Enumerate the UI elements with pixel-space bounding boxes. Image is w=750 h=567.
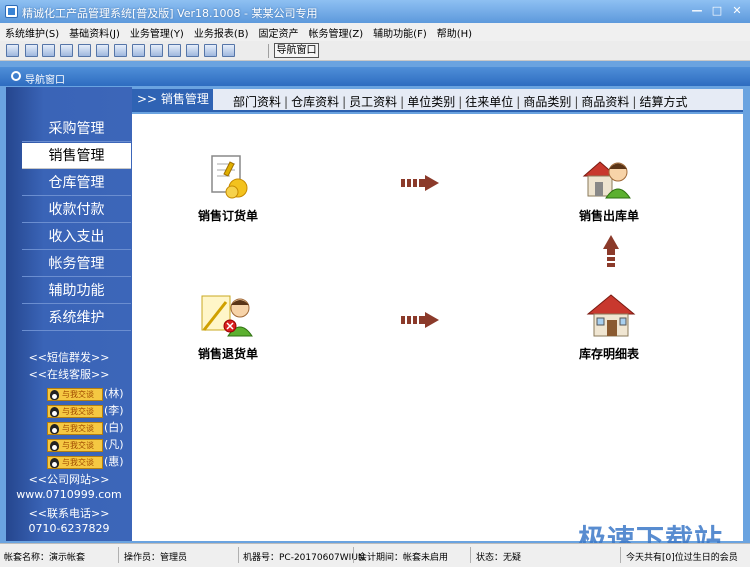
status-birthday: 今天共有[0]位过生日的会员 bbox=[626, 553, 738, 563]
menu-help[interactable]: 帮助(H) bbox=[432, 23, 477, 41]
phone-link[interactable]: <<联系电话>> bbox=[6, 505, 132, 521]
restore-button[interactable]: □ bbox=[708, 3, 726, 19]
menu-basic-data[interactable]: 基础资料(J) bbox=[64, 23, 125, 41]
status-account: 帐套名称：演示帐套 bbox=[4, 553, 86, 563]
close-button[interactable]: ✕ bbox=[728, 3, 746, 19]
qq-penguin-icon bbox=[50, 457, 59, 468]
qq-penguin-icon bbox=[50, 406, 59, 417]
sales-outbound-label[interactable]: 销售出库单 bbox=[579, 207, 639, 224]
arrow-right-icon bbox=[401, 175, 439, 191]
sales-return-label[interactable]: 销售退货单 bbox=[198, 345, 258, 362]
menu-auxiliary[interactable]: 辅助功能(F) bbox=[368, 23, 432, 41]
sidebar-item-system[interactable]: 系统维护 bbox=[22, 305, 131, 331]
status-machine: 机器号：PC-20170607WIUN bbox=[243, 553, 365, 563]
help-icon[interactable] bbox=[204, 44, 217, 57]
inventory-detail-icon[interactable] bbox=[586, 292, 636, 338]
qq-chat-badge: 与我交谈 bbox=[47, 387, 103, 401]
qq-chat-badge: 与我交谈 bbox=[47, 438, 103, 452]
sidebar-item-purchase[interactable]: 采购管理 bbox=[22, 116, 131, 142]
sidebar-item-auxiliary[interactable]: 辅助功能 bbox=[22, 278, 131, 304]
toolbar-separator bbox=[268, 44, 269, 58]
sidebar-item-sales[interactable]: 销售管理 bbox=[22, 143, 131, 169]
title-bar: 精诚化工产品管理系统[普及版] Ver18.1008 - 某某公司专用 — □ … bbox=[0, 0, 750, 23]
sales-outbound-icon[interactable] bbox=[582, 154, 634, 200]
menu-bar: 系统维护(S) 基础资料(J) 业务管理(Y) 业务报表(B) 固定资产 帐务管… bbox=[0, 23, 750, 41]
sidebar-item-income-expense[interactable]: 收入支出 bbox=[22, 224, 131, 250]
status-state: 状态：无疑 bbox=[476, 553, 522, 563]
menu-fixed-assets[interactable]: 固定资产 bbox=[254, 23, 304, 41]
window-title: 精诚化工产品管理系统[普及版] Ver18.1008 - 某某公司专用 bbox=[22, 7, 318, 20]
company-site-link[interactable]: <<公司网站>> bbox=[6, 471, 132, 487]
qq-contact[interactable]: 与我交谈 (惠) bbox=[47, 453, 124, 469]
qq-contact[interactable]: 与我交谈 (凡) bbox=[47, 436, 124, 452]
nav-window-button[interactable]: 导航窗口 bbox=[274, 43, 319, 58]
nav-panel-header: 导航窗口 bbox=[0, 67, 750, 86]
status-bar: 帐套名称：演示帐套 操作员：管理员 机器号：PC-20170607WIUN 会计… bbox=[0, 543, 750, 567]
window-icon[interactable] bbox=[6, 44, 19, 57]
folder-icon[interactable] bbox=[132, 44, 145, 57]
qq-penguin-icon bbox=[50, 389, 59, 400]
sales-order-icon[interactable] bbox=[208, 154, 252, 200]
link-employee[interactable]: 员工资料 bbox=[349, 95, 397, 109]
sales-return-icon[interactable] bbox=[200, 292, 256, 338]
qq-contact[interactable]: 与我交谈 (林) bbox=[47, 385, 124, 401]
website-text[interactable]: www.0710999.com bbox=[6, 488, 132, 501]
menu-business-reports[interactable]: 业务报表(B) bbox=[189, 23, 254, 41]
sidebar-item-receipts-payments[interactable]: 收款付款 bbox=[22, 197, 131, 223]
arrow-up-icon bbox=[603, 235, 619, 267]
stamp-icon[interactable] bbox=[60, 44, 73, 57]
copy-icon[interactable] bbox=[42, 44, 55, 57]
menu-system-maintenance[interactable]: 系统维护(S) bbox=[0, 23, 64, 41]
sidebar: 采购管理 销售管理 仓库管理 收款付款 收入支出 帐务管理 辅助功能 系统维护 … bbox=[6, 87, 132, 541]
qq-chat-badge: 与我交谈 bbox=[47, 421, 103, 435]
status-period: 会计期间：帐套未启用 bbox=[358, 553, 449, 563]
menu-business-management[interactable]: 业务管理(Y) bbox=[125, 23, 189, 41]
arrow-right-icon bbox=[401, 312, 439, 328]
phone-number: 0710-6237829 bbox=[28, 522, 110, 535]
status-operator: 操作员：管理员 bbox=[124, 553, 188, 563]
qq-contact[interactable]: 与我交谈 (白) bbox=[47, 419, 124, 435]
link-department[interactable]: 部门资料 bbox=[233, 95, 281, 109]
toolbar: 导航窗口 bbox=[0, 41, 750, 61]
chart-icon[interactable] bbox=[114, 44, 127, 57]
sales-order-label[interactable]: 销售订货单 bbox=[198, 207, 258, 224]
menu-accounts[interactable]: 帐务管理(Z) bbox=[304, 23, 369, 41]
link-settlement[interactable]: 结算方式 bbox=[639, 95, 687, 109]
nav-panel-title: 导航窗口 bbox=[25, 75, 65, 86]
online-service-link[interactable]: <<在线客服>> bbox=[6, 366, 132, 382]
tab-sales-management[interactable]: >> 销售管理 bbox=[132, 89, 213, 110]
app-icon bbox=[5, 5, 18, 18]
qq-penguin-icon bbox=[50, 440, 59, 451]
qq-penguin-icon bbox=[50, 423, 59, 434]
link-product-category[interactable]: 商品类别 bbox=[523, 95, 571, 109]
list-icon[interactable] bbox=[78, 44, 91, 57]
link-partner[interactable]: 往来单位 bbox=[465, 95, 513, 109]
qq-contact[interactable]: 与我交谈 (李) bbox=[47, 402, 124, 418]
print-icon[interactable] bbox=[96, 44, 109, 57]
link-unit-category[interactable]: 单位类别 bbox=[407, 95, 455, 109]
nav-window-icon bbox=[11, 71, 21, 81]
quick-links: 部门资料 | 仓库资料 | 员工资料 | 单位类别 | 往来单位 | 商品类别 | 商品资料 | 结算方式 bbox=[233, 95, 688, 109]
printer-icon[interactable] bbox=[186, 44, 199, 57]
save-icon[interactable] bbox=[168, 44, 181, 57]
minimize-button[interactable]: — bbox=[688, 3, 706, 19]
sms-link[interactable]: <<短信群发>> bbox=[6, 349, 132, 365]
inventory-detail-label[interactable]: 库存明细表 bbox=[579, 345, 639, 362]
link-warehouse[interactable]: 仓库资料 bbox=[291, 95, 339, 109]
card-icon[interactable] bbox=[25, 44, 38, 57]
sidebar-item-accounts[interactable]: 帐务管理 bbox=[22, 251, 131, 277]
qq-chat-badge: 与我交谈 bbox=[47, 455, 103, 469]
exit-icon[interactable] bbox=[222, 44, 235, 57]
flow-canvas: 销售订货单 销售出库单 销售退货单 库存明细表 bbox=[132, 114, 743, 541]
module-tab-strip: >> 销售管理 部门资料 | 仓库资料 | 员工资料 | 单位类别 | 往来单位 | 商品类别 | 商品… bbox=[132, 89, 743, 112]
sidebar-item-warehouse[interactable]: 仓库管理 bbox=[22, 170, 131, 196]
link-product[interactable]: 商品资料 bbox=[581, 95, 629, 109]
calc-icon[interactable] bbox=[150, 44, 163, 57]
qq-chat-badge: 与我交谈 bbox=[47, 404, 103, 418]
